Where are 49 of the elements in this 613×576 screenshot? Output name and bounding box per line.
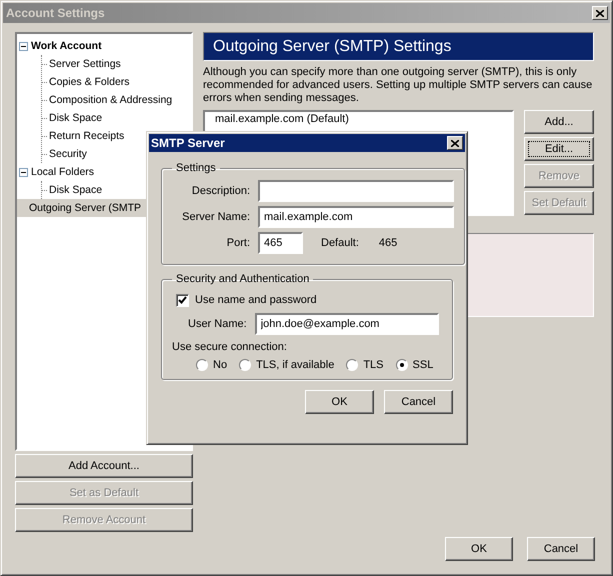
default-label: Default: [321,237,359,249]
panel-description: Although you can specify more than one outgoing server (SMTP), this is only recommended for advanced users. Setting up multiple SMTP servers can cause errors when sending messages. [203,66,594,105]
checkbox-label: Use name and password [195,294,317,306]
group-title: Security and Authentication [175,273,310,285]
radio-button[interactable] [239,359,252,371]
radio-label: TLS, if available [256,359,334,371]
collapse-icon[interactable] [19,42,28,50]
tree-item[interactable]: Composition & Addressing [42,91,191,109]
radio-button[interactable] [196,359,208,371]
connection-label: Use secure connection: [172,341,288,353]
dialog-title: SMTP Server [151,136,225,150]
tree-label: Work Account [31,40,102,52]
field-label: Port: [226,237,250,249]
window-title: Account Settings [6,6,105,20]
account-button[interactable]: Add Account... [15,454,193,478]
footer-button[interactable]: OK [445,537,513,561]
server-button[interactable]: Edit... [524,137,594,161]
input-field[interactable] [258,180,454,202]
tree-item[interactable]: Disk Space [42,181,191,199]
collapse-icon[interactable] [19,168,28,176]
default-value: 465 [378,237,398,249]
close-icon [596,10,604,16]
input-field[interactable]: mail.example.com [258,206,454,228]
field-label: User Name: [188,318,247,330]
port-field[interactable]: 465 [258,232,303,254]
close-icon [451,140,459,146]
server-item[interactable]: mail.example.com (Default) [207,113,510,126]
dialog-button[interactable]: Cancel [384,390,453,414]
radio-label: SSL [412,359,434,371]
user-name-field[interactable]: john.doe@example.com [254,313,439,335]
dialog-button[interactable]: OK [305,390,374,414]
panel-heading: Outgoing Server (SMTP) Settings [203,32,594,61]
radio-label: No [213,359,228,371]
tree-item[interactable]: Copies & Folders [42,73,191,91]
field-label: Description: [190,185,250,197]
tree-item[interactable]: Server Settings [42,55,191,73]
checkbox[interactable] [176,294,189,306]
radio-button[interactable] [396,359,408,371]
tree-label: Outgoing Server (SMTP [29,202,142,214]
tree-item[interactable]: Disk Space [42,109,191,127]
server-button[interactable]: Add... [524,110,594,134]
close-button[interactable] [447,136,463,150]
radio-label: TLS [363,359,384,371]
group-title: Settings [175,162,217,174]
close-button[interactable] [592,6,608,20]
tree-label: Local Folders [31,166,94,178]
footer-button[interactable]: Cancel [527,537,595,561]
tree-item[interactable]: Work Account [17,37,191,55]
radio-button[interactable] [346,359,358,371]
